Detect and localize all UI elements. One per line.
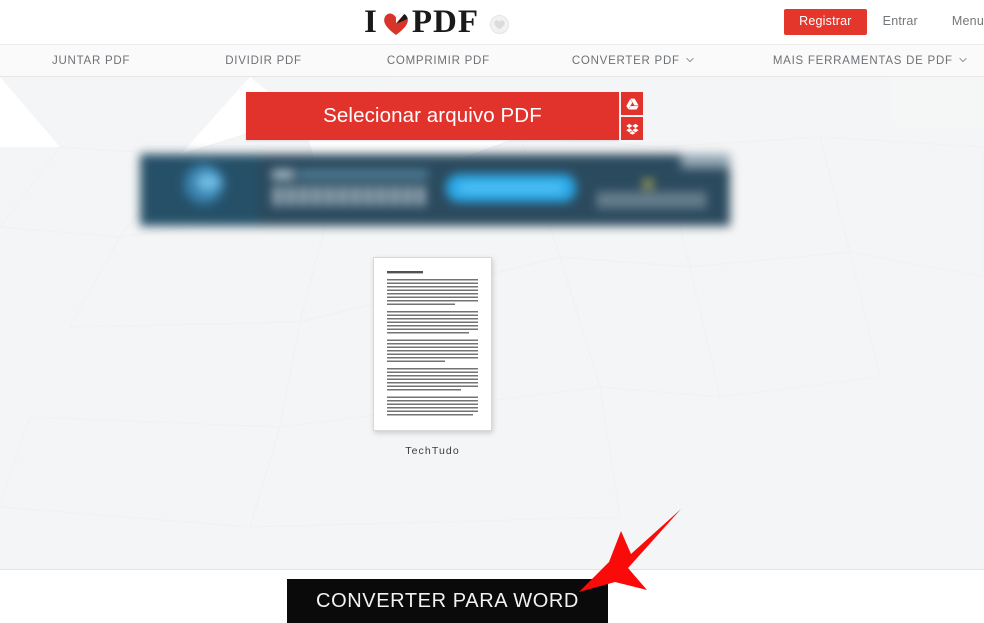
heart-icon: [383, 11, 409, 37]
cloud-upload-buttons: [621, 92, 643, 140]
nav-item-dividir-pdf[interactable]: DIVIDIR PDF: [225, 55, 302, 67]
nav-item-label: DIVIDIR PDF: [225, 54, 302, 67]
menu-button[interactable]: Menu: [934, 9, 984, 35]
primary-navbar: JUNTAR PDF DIVIDIR PDF COMPRIMIR PDF CON…: [0, 44, 984, 77]
dropbox-upload-button[interactable]: [621, 117, 643, 140]
nav-item-converter-pdf[interactable]: CONVERTER PDF: [572, 55, 694, 67]
nav-item-juntar-pdf[interactable]: JUNTAR PDF: [52, 55, 130, 67]
logo-text-right: PDF: [411, 3, 479, 40]
nav-item-label: MAIS FERRAMENTAS DE PDF: [772, 54, 953, 67]
google-drive-upload-button[interactable]: [621, 92, 643, 115]
nav-item-mais-ferramentas[interactable]: MAIS FERRAMENTAS DE PDF: [773, 55, 967, 67]
file-select-row: Selecionar arquivo PDF: [246, 92, 643, 140]
logo-text-left: I: [364, 3, 378, 40]
dropbox-icon: [625, 123, 639, 135]
login-button[interactable]: Entrar: [867, 9, 934, 35]
select-pdf-file-button[interactable]: Selecionar arquivo PDF: [246, 92, 619, 140]
register-button[interactable]: Registrar: [784, 9, 867, 35]
ilovepdf-logo[interactable]: I PDF: [364, 2, 509, 42]
site-header: I PDF Registrar Entrar Menu: [0, 0, 984, 44]
main-content: Selecionar arquivo PDF TechTudo: [0, 77, 984, 569]
chevron-down-icon: [686, 56, 694, 64]
nav-item-label: JUNTAR PDF: [52, 54, 131, 67]
nav-item-label: CONVERTER PDF: [571, 54, 680, 67]
header-actions: Registrar Entrar Menu: [784, 9, 984, 35]
pdf-page-thumbnail[interactable]: [373, 257, 492, 431]
google-drive-icon: [625, 98, 639, 110]
ilovepdf-page: I PDF Registrar Entrar Menu JUNTAR PDF D…: [0, 0, 984, 623]
logo-badge-icon: [490, 14, 509, 34]
chevron-down-icon: [959, 56, 967, 64]
footer-action-bar: CONVERTER PARA WORD: [0, 569, 984, 623]
advertisement-banner[interactable]: [136, 148, 734, 232]
nav-list: JUNTAR PDF DIVIDIR PDF COMPRIMIR PDF CON…: [0, 45, 967, 76]
file-name-label: TechTudo: [405, 445, 460, 457]
convert-to-word-button[interactable]: CONVERTER PARA WORD: [287, 579, 608, 623]
nav-item-label: COMPRIMIR PDF: [386, 54, 490, 67]
nav-item-comprimir-pdf[interactable]: COMPRIMIR PDF: [387, 55, 490, 67]
uploaded-file-item[interactable]: TechTudo: [373, 257, 492, 457]
